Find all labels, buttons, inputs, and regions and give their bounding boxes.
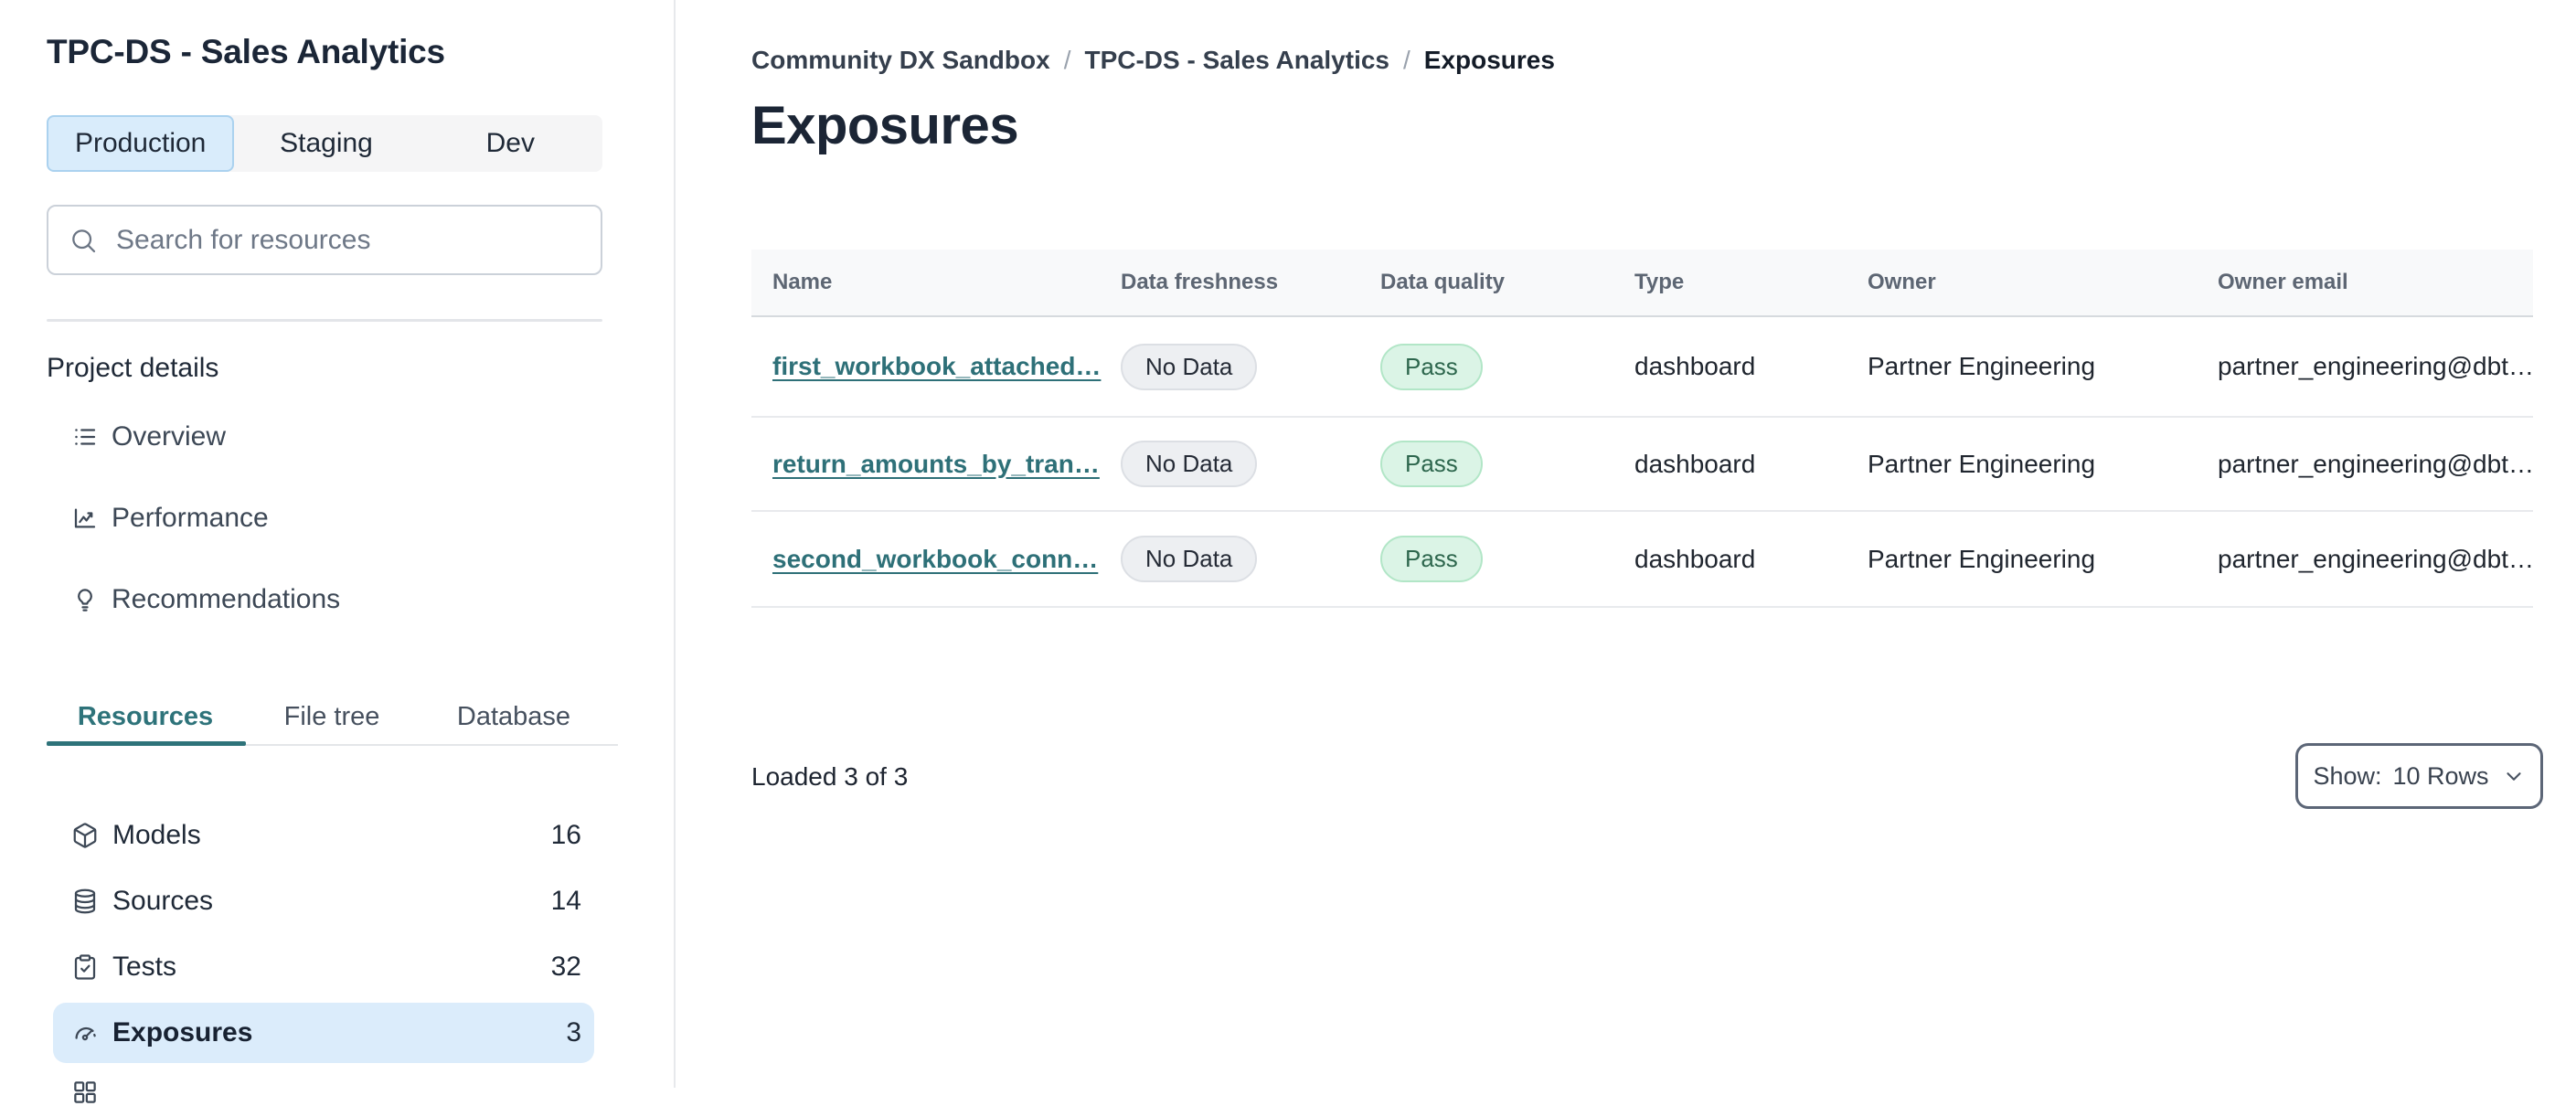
- owner-cell: Partner Engineering: [1868, 352, 2218, 381]
- search-box[interactable]: [47, 205, 602, 275]
- sidebar-item-performance[interactable]: Performance: [71, 500, 269, 537]
- column-header-data-quality: Data quality: [1380, 270, 1634, 295]
- resource-label: Sources: [112, 886, 213, 917]
- env-tab-dev[interactable]: Dev: [419, 115, 602, 172]
- search-input[interactable]: [116, 225, 555, 256]
- sidebar-item-label: Recommendations: [112, 584, 340, 615]
- sidebar-item-exposures[interactable]: Exposures 3: [53, 1003, 594, 1063]
- resource-label: Models: [112, 820, 201, 851]
- env-tab-staging[interactable]: Staging: [234, 115, 418, 172]
- sidebar-divider: [47, 319, 602, 322]
- owner-email-cell: partner_engineering@dbt…: [2218, 545, 2533, 574]
- table-row: return_amounts_by_tran… No Data Pass das…: [751, 418, 2533, 512]
- exposure-name-link[interactable]: return_amounts_by_tran…: [772, 450, 1100, 478]
- quality-badge: Pass: [1380, 344, 1483, 390]
- type-cell: dashboard: [1634, 545, 1868, 574]
- lightbulb-icon: [71, 586, 99, 613]
- column-header-owner: Owner: [1868, 270, 2218, 295]
- sidebar: TPC-DS - Sales Analytics Production Stag…: [0, 0, 676, 1088]
- grid-icon: [71, 1079, 99, 1106]
- quality-badge: Pass: [1380, 536, 1483, 582]
- tab-resources[interactable]: Resources: [78, 702, 213, 732]
- breadcrumb-separator: /: [1403, 46, 1410, 75]
- env-tab-production[interactable]: Production: [47, 115, 234, 172]
- line-chart-icon: [71, 505, 99, 532]
- breadcrumb-project[interactable]: TPC-DS - Sales Analytics: [1084, 46, 1389, 75]
- type-cell: dashboard: [1634, 450, 1868, 479]
- owner-cell: Partner Engineering: [1868, 545, 2218, 574]
- breadcrumb-current: Exposures: [1424, 46, 1555, 75]
- exposures-table: Name Data freshness Data quality Type Ow…: [751, 250, 2533, 608]
- quality-badge: Pass: [1380, 441, 1483, 487]
- sidebar-item-overview[interactable]: Overview: [71, 419, 226, 455]
- resource-count: 3: [566, 1017, 581, 1048]
- loaded-status: Loaded 3 of 3: [751, 762, 908, 792]
- sidebar-item-label: Performance: [112, 503, 269, 534]
- tab-database[interactable]: Database: [457, 702, 570, 732]
- column-header-name: Name: [751, 270, 1121, 295]
- sidebar-item-sources[interactable]: Sources 14: [53, 871, 594, 931]
- list-icon: [71, 423, 99, 451]
- resource-count: 16: [551, 820, 581, 851]
- resource-label: Tests: [112, 952, 176, 983]
- resource-label: Exposures: [112, 1017, 252, 1048]
- resource-count: 14: [551, 886, 581, 917]
- freshness-badge: No Data: [1121, 344, 1257, 390]
- breadcrumb: Community DX Sandbox / TPC-DS - Sales An…: [751, 46, 1555, 75]
- owner-email-cell: partner_engineering@dbt…: [2218, 450, 2533, 479]
- type-cell: dashboard: [1634, 352, 1868, 381]
- resource-count: 32: [551, 952, 581, 983]
- sidebar-item-label: Overview: [112, 421, 226, 452]
- column-header-type: Type: [1634, 270, 1868, 295]
- table-row: second_workbook_conn… No Data Pass dashb…: [751, 512, 2533, 608]
- column-header-data-freshness: Data freshness: [1121, 270, 1380, 295]
- sidebar-item-tests[interactable]: Tests 32: [53, 937, 594, 997]
- tab-file-tree[interactable]: File tree: [284, 702, 380, 732]
- freshness-badge: No Data: [1121, 536, 1257, 582]
- chevron-down-icon: [2502, 764, 2526, 788]
- page-title: Exposures: [751, 95, 1018, 156]
- owner-email-cell: partner_engineering@dbt…: [2218, 352, 2533, 381]
- freshness-badge: No Data: [1121, 441, 1257, 487]
- column-header-owner-email: Owner email: [2218, 270, 2533, 295]
- breadcrumb-account[interactable]: Community DX Sandbox: [751, 46, 1050, 75]
- show-value: 10 Rows: [2393, 762, 2489, 791]
- project-details-label: Project details: [47, 353, 218, 384]
- cube-icon: [71, 822, 99, 849]
- database-icon: [71, 888, 99, 915]
- search-icon: [69, 226, 98, 255]
- breadcrumb-separator: /: [1064, 46, 1071, 75]
- environment-tabs: Production Staging Dev: [47, 115, 602, 172]
- gauge-icon: [71, 1019, 99, 1047]
- exposure-name-link[interactable]: second_workbook_conn…: [772, 545, 1098, 573]
- table-row: first_workbook_attached… No Data Pass da…: [751, 317, 2533, 418]
- show-label: Show:: [2313, 762, 2381, 791]
- sidebar-item-partial[interactable]: [71, 1079, 99, 1106]
- active-tab-underline: [47, 741, 246, 746]
- project-title: TPC-DS - Sales Analytics: [47, 33, 445, 71]
- rows-per-page-dropdown[interactable]: Show: 10 Rows: [2295, 743, 2543, 809]
- owner-cell: Partner Engineering: [1868, 450, 2218, 479]
- clipboard-check-icon: [71, 953, 99, 981]
- exposure-name-link[interactable]: first_workbook_attached…: [772, 352, 1101, 380]
- table-header-row: Name Data freshness Data quality Type Ow…: [751, 250, 2533, 317]
- sidebar-item-models[interactable]: Models 16: [53, 805, 594, 866]
- sidebar-item-recommendations[interactable]: Recommendations: [71, 581, 340, 618]
